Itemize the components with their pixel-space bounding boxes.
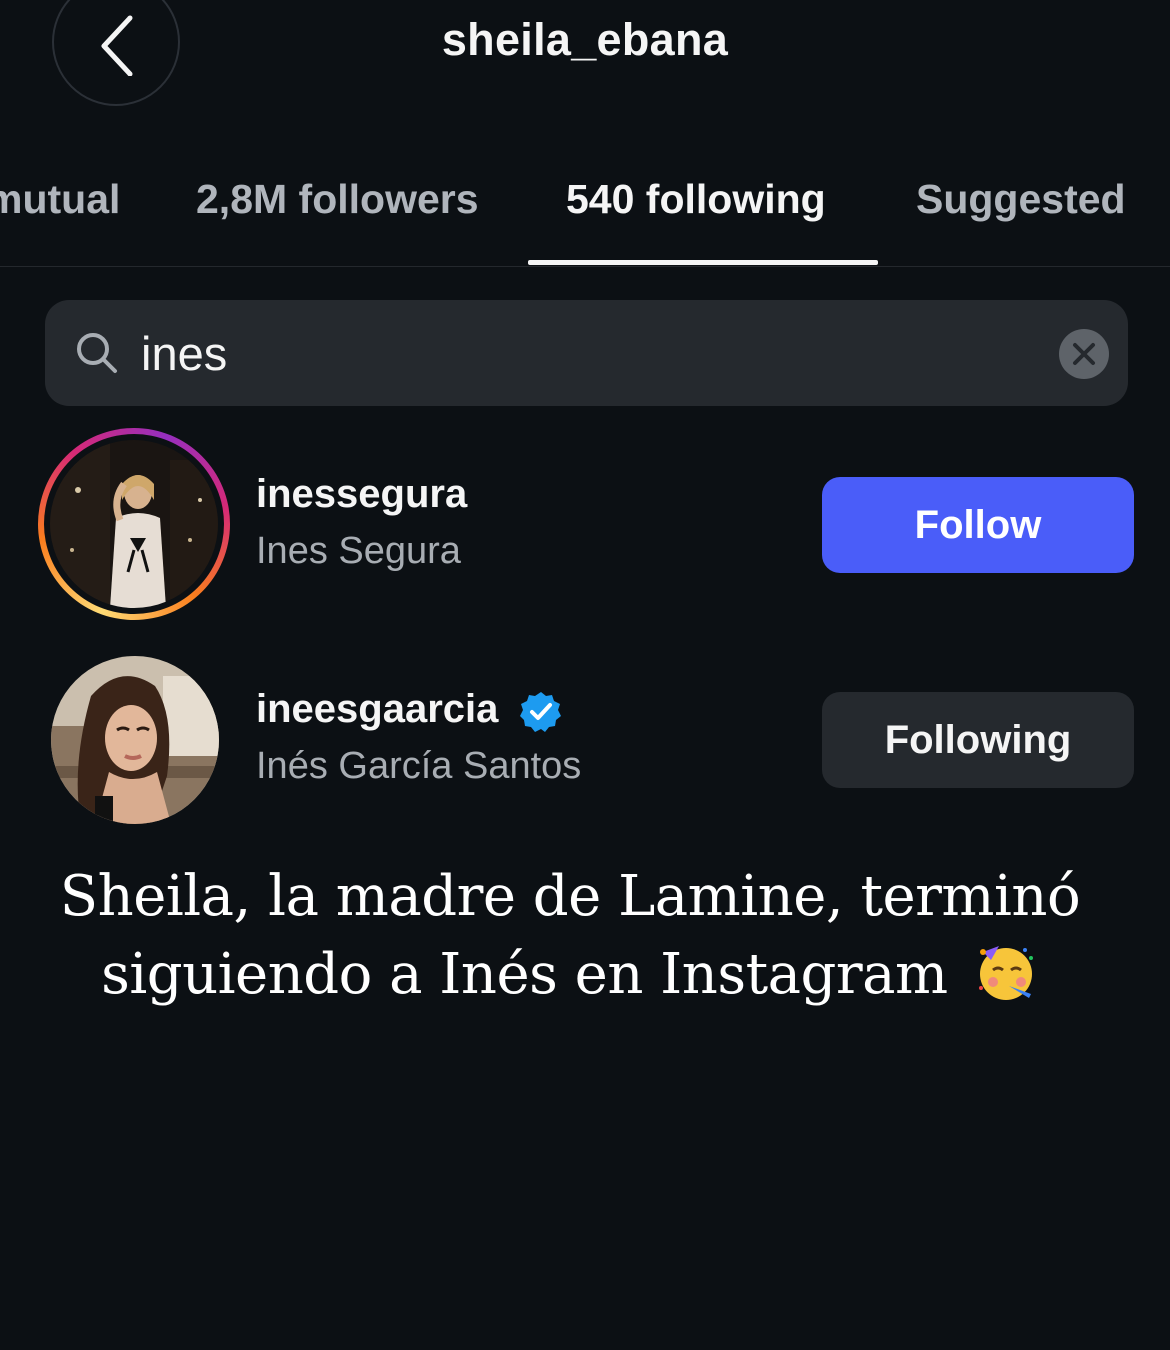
clear-search-button[interactable] — [1059, 329, 1109, 379]
username[interactable]: inessegura — [256, 472, 467, 517]
caption-overlay: Sheila, la madre de Lamine, terminó sigu… — [0, 858, 1100, 1014]
avatar[interactable] — [50, 440, 218, 608]
story-ring[interactable] — [38, 428, 230, 620]
tab-following[interactable]: 540 following — [566, 176, 826, 223]
verified-badge-icon — [520, 692, 561, 732]
tab-followers[interactable]: 2,8M followers — [196, 176, 479, 223]
follow-button[interactable]: Follow — [822, 477, 1134, 573]
avatar[interactable] — [51, 656, 219, 824]
full-name: Inés García Santos — [256, 745, 582, 787]
active-tab-indicator — [528, 260, 878, 265]
tab-bar: mutual 2,8M followers 540 following Sugg… — [0, 150, 1170, 267]
username[interactable]: ineesgaarcia — [256, 687, 498, 732]
caption-line-2: siguiendo a Inés en Instagram — [101, 942, 948, 1007]
header: sheila_ebana — [0, 0, 1170, 130]
tab-suggested[interactable]: Suggested — [916, 176, 1126, 223]
partying-face-emoji-icon — [978, 945, 1033, 1000]
caption-line-1: Sheila, la madre de Lamine, terminó — [59, 864, 1081, 929]
following-button[interactable]: Following — [822, 692, 1134, 788]
tab-mutual[interactable]: mutual — [0, 176, 120, 223]
search-icon — [77, 333, 117, 373]
close-icon — [1073, 343, 1095, 365]
full-name: Ines Segura — [256, 530, 461, 572]
page-title: sheila_ebana — [441, 14, 729, 65]
search-input[interactable] — [141, 324, 1021, 382]
search-bar — [45, 300, 1128, 406]
